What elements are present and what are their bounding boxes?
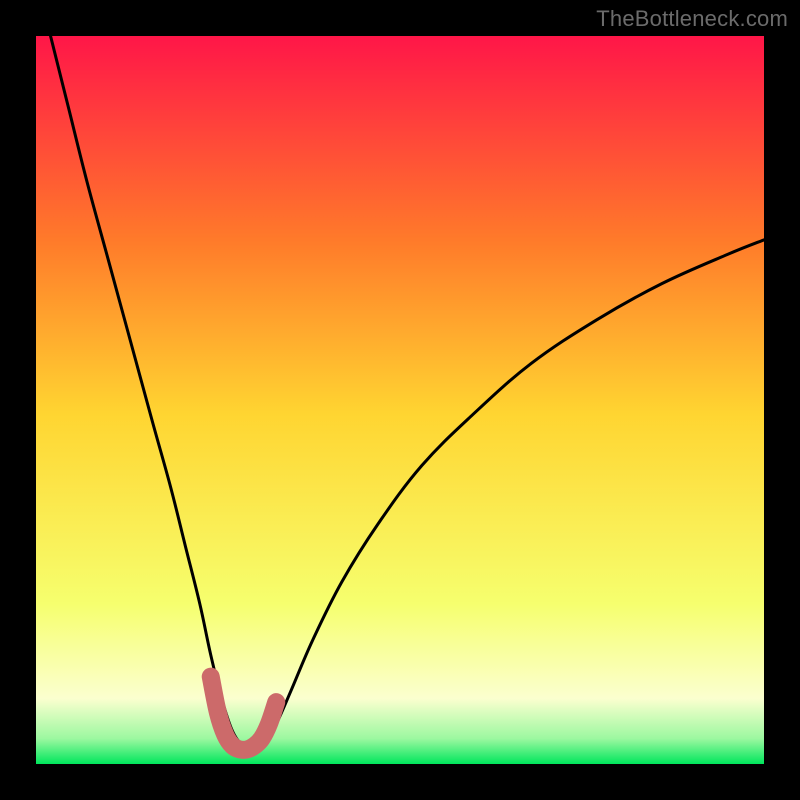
- chart-frame: TheBottleneck.com: [0, 0, 800, 800]
- watermark-text: TheBottleneck.com: [596, 6, 788, 32]
- chart-plot-area: [36, 36, 764, 764]
- chart-svg: [36, 36, 764, 764]
